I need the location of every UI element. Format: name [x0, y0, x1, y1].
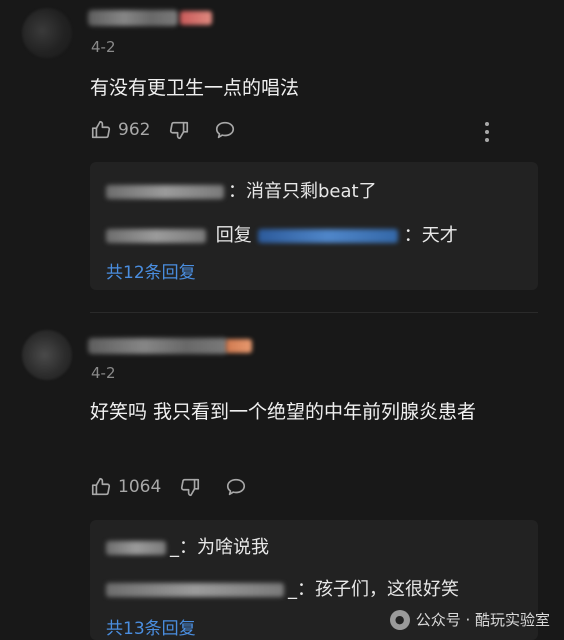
reply-text: 为啥说我: [197, 537, 269, 558]
reply-separator: ：: [228, 181, 246, 202]
like-button[interactable]: 1064: [90, 476, 161, 498]
avatar[interactable]: [22, 8, 72, 58]
reply-separator: _：: [288, 579, 315, 600]
reply-button[interactable]: [214, 119, 242, 141]
user-badge: [226, 339, 252, 353]
watermark-text: 公众号 · 酷玩实验室: [415, 611, 550, 629]
comment-text: 好笑吗 我只看到一个绝望的中年前列腺炎患者: [90, 401, 477, 423]
comment-date: 4-2: [91, 364, 116, 382]
reply-text: 孩子们，这很好笑: [315, 579, 459, 600]
dislike-button[interactable]: [179, 476, 207, 498]
comment-date: 4-2: [91, 38, 116, 56]
reply-username-blurred[interactable]: [106, 541, 166, 555]
reply-username-blurred[interactable]: [106, 229, 206, 243]
like-button[interactable]: 962: [90, 119, 150, 141]
comment-actions: 1064: [90, 474, 271, 500]
avatar[interactable]: [22, 330, 72, 380]
reply-separator: ：: [403, 225, 422, 246]
reply-item[interactable]: _：孩子们，这很好笑: [106, 578, 459, 602]
reply-text: 消音只剩beat了: [246, 181, 377, 202]
reply-word: 回复: [215, 225, 252, 246]
thumbs-up-icon: [91, 477, 111, 496]
like-count: 1064: [118, 477, 162, 497]
comment-divider: [90, 312, 538, 313]
more-vertical-icon: [485, 122, 489, 142]
reply-item[interactable]: ：消音只剩beat了: [106, 180, 377, 204]
view-more-replies-link[interactable]: 共13条回复: [106, 614, 196, 639]
username-blurred[interactable]: [88, 10, 178, 26]
like-count: 962: [118, 120, 151, 140]
reply-item[interactable]: _：为啥说我: [106, 536, 269, 560]
reply-list: ：消音只剩beat了 回复 ：天才 共12条回复: [90, 162, 538, 290]
comment-bubble-icon: [227, 478, 246, 496]
thumbs-up-icon: [91, 120, 111, 139]
reply-item[interactable]: 回复 ：天才: [106, 224, 458, 248]
reply-username-blurred[interactable]: [106, 185, 224, 199]
reply-text: 天才: [421, 225, 458, 246]
dislike-button[interactable]: [168, 119, 196, 141]
user-badge: [180, 11, 212, 25]
comment-text: 有没有更卫生一点的唱法: [90, 77, 300, 99]
reply-username-blurred[interactable]: [106, 583, 284, 597]
watermark: ● 公众号 · 酷玩实验室: [389, 609, 550, 630]
mentioned-user-blurred[interactable]: [257, 229, 398, 243]
more-options-button[interactable]: [476, 119, 498, 145]
comment-bubble-icon: [216, 121, 235, 139]
username-blurred[interactable]: [88, 338, 228, 354]
wechat-official-account-icon: ●: [389, 609, 410, 630]
view-more-replies-link[interactable]: 共12条回复: [106, 258, 196, 283]
thumbs-down-icon: [170, 121, 189, 140]
reply-separator: _：: [170, 537, 197, 558]
comment-actions: 962: [90, 117, 260, 143]
reply-button[interactable]: [225, 476, 253, 498]
thumbs-down-icon: [181, 478, 200, 497]
